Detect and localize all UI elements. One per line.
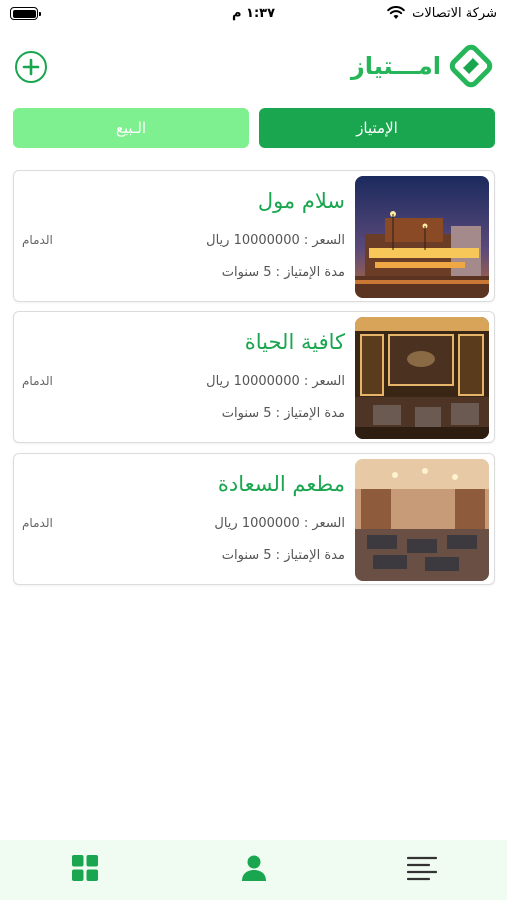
listing-title: مطعم السعادة — [217, 472, 345, 496]
status-bar: ١:٣٧ م شركة الاتصالات — [0, 0, 507, 28]
logo-text: امـــتياز — [350, 52, 441, 80]
plus-circle-icon — [22, 58, 40, 76]
listing-title: سلام مول — [257, 189, 345, 213]
cafe-photo — [355, 317, 489, 439]
listing-card-hayat-cafe[interactable]: كافية الحياة السعر : 10000000 ريال مدة ا… — [13, 311, 495, 443]
listing-city: الدمام — [22, 516, 53, 530]
listing-city: الدمام — [22, 233, 53, 247]
listing-price: السعر : 10000000 ريال — [206, 374, 345, 389]
menu-icon — [407, 856, 437, 881]
carrier-name: شركة الاتصالات — [412, 6, 497, 21]
grid-icon — [72, 855, 98, 881]
add-button[interactable] — [15, 51, 47, 83]
listing-title: كافية الحياة — [244, 330, 345, 354]
wifi-icon — [387, 6, 405, 19]
nav-menu-button[interactable] — [402, 848, 442, 888]
listing-city: الدمام — [22, 374, 53, 388]
listing-duration: مدة الإمتياز : 5 سنوات — [221, 265, 345, 280]
mall-photo — [355, 176, 489, 298]
listing-price: السعر : 1000000 ريال — [214, 516, 345, 531]
bottom-nav — [0, 840, 507, 900]
brand-logo-icon — [449, 44, 493, 88]
tab-franchise[interactable]: الإمتياز — [259, 108, 495, 148]
app-logo: امـــتياز — [351, 44, 493, 88]
listing-card-salam-mall[interactable]: سلام مول السعر : 10000000 ريال مدة الإمت… — [13, 170, 495, 302]
nav-grid-button[interactable] — [65, 848, 105, 888]
listing-duration: مدة الإمتياز : 5 سنوات — [221, 548, 345, 563]
tab-sale[interactable]: الـبيع — [13, 108, 249, 148]
listing-card-saada-restaurant[interactable]: مطعم السعادة السعر : 1000000 ريال مدة ال… — [13, 453, 495, 585]
user-icon — [242, 855, 266, 881]
restaurant-photo — [355, 459, 489, 581]
listing-price: السعر : 10000000 ريال — [206, 233, 345, 248]
listing-duration: مدة الإمتياز : 5 سنوات — [221, 406, 345, 421]
nav-profile-button[interactable] — [234, 848, 274, 888]
